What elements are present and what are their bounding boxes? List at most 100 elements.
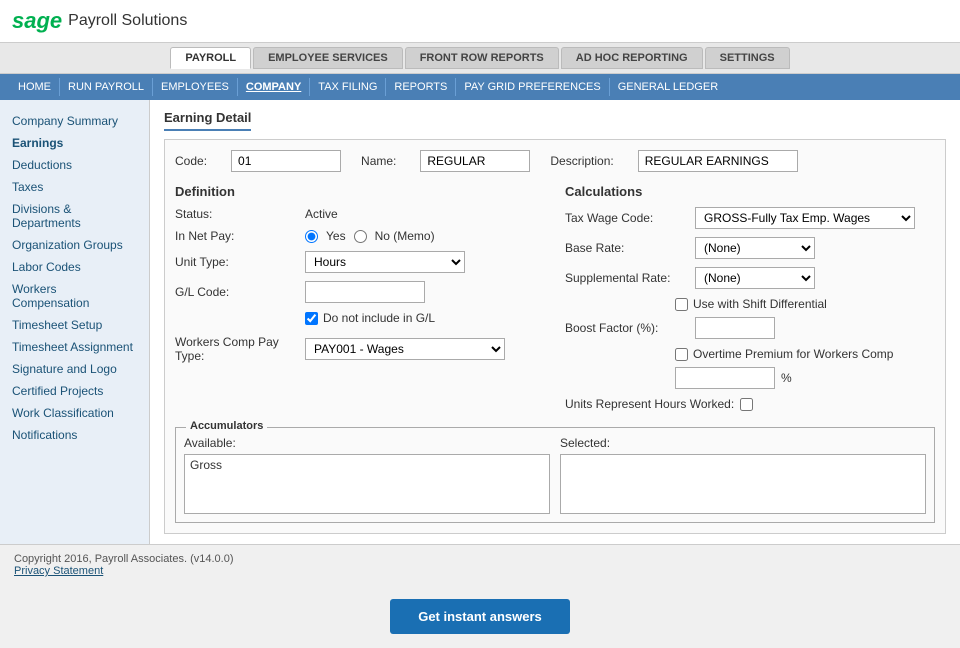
in-net-pay-row: In Net Pay: Yes No (Memo) bbox=[175, 229, 545, 243]
radio-no-label: No (Memo) bbox=[375, 229, 435, 243]
overtime-premium-checkbox[interactable] bbox=[675, 348, 688, 361]
footer: Copyright 2016, Payroll Associates. (v14… bbox=[0, 544, 960, 585]
boost-factor-label: Boost Factor (%): bbox=[565, 321, 695, 335]
sub-nav: HOME RUN PAYROLL EMPLOYEES COMPANY TAX F… bbox=[0, 74, 960, 100]
calculations-section: Calculations Tax Wage Code: GROSS-Fully … bbox=[565, 184, 935, 411]
sidebar-item-notifications[interactable]: Notifications bbox=[0, 424, 149, 446]
supplemental-rate-select[interactable]: (None) bbox=[695, 267, 815, 289]
in-net-pay-radio-group: Yes No (Memo) bbox=[305, 229, 435, 243]
boost-factor-row: Boost Factor (%): 100.00 bbox=[565, 317, 935, 339]
sub-nav-general-ledger[interactable]: GENERAL LEDGER bbox=[610, 78, 726, 96]
acc-selected-label: Selected: bbox=[560, 436, 926, 450]
use-shift-differential-checkbox[interactable] bbox=[675, 298, 688, 311]
acc-available-item-gross[interactable]: Gross bbox=[187, 457, 547, 473]
tab-front-row-reports[interactable]: FRONT ROW REPORTS bbox=[405, 47, 559, 69]
sidebar-item-timesheet-setup[interactable]: Timesheet Setup bbox=[0, 314, 149, 336]
two-column-section: Definition Status: Active In Net Pay: Ye… bbox=[175, 184, 935, 411]
name-input[interactable] bbox=[420, 150, 530, 172]
sidebar-item-organization-groups[interactable]: Organization Groups bbox=[0, 234, 149, 256]
sidebar-item-labor-codes[interactable]: Labor Codes bbox=[0, 256, 149, 278]
calculations-title: Calculations bbox=[565, 184, 935, 199]
supplemental-rate-row: Supplemental Rate: (None) bbox=[565, 267, 935, 289]
gl-code-input[interactable] bbox=[305, 281, 425, 303]
tab-employee-services[interactable]: EMPLOYEE SERVICES bbox=[253, 47, 403, 69]
copyright-text: Copyright 2016, Payroll Associates. (v14… bbox=[14, 553, 946, 565]
sub-nav-home[interactable]: HOME bbox=[10, 78, 60, 96]
sidebar-item-company-summary[interactable]: Company Summary bbox=[0, 110, 149, 132]
sage-logo-text: sage bbox=[12, 8, 62, 34]
overtime-premium-label: Overtime Premium for Workers Comp bbox=[693, 347, 893, 361]
code-input[interactable] bbox=[231, 150, 341, 172]
sidebar-item-timesheet-assignment[interactable]: Timesheet Assignment bbox=[0, 336, 149, 358]
cta-area: Get instant answers bbox=[0, 585, 960, 648]
units-represent-row: Units Represent Hours Worked: bbox=[565, 397, 935, 411]
acc-selected-col: Selected: bbox=[560, 436, 926, 514]
sub-nav-run-payroll[interactable]: RUN PAYROLL bbox=[60, 78, 153, 96]
use-shift-differential-row: Use with Shift Differential bbox=[565, 297, 935, 311]
sub-nav-reports[interactable]: REPORTS bbox=[386, 78, 456, 96]
sidebar-item-certified-projects[interactable]: Certified Projects bbox=[0, 380, 149, 402]
sub-nav-employees[interactable]: EMPLOYEES bbox=[153, 78, 238, 96]
acc-selected-list[interactable] bbox=[560, 454, 926, 514]
gl-code-label: G/L Code: bbox=[175, 285, 305, 299]
main-layout: Company Summary Earnings Deductions Taxe… bbox=[0, 100, 960, 544]
percent-input[interactable] bbox=[675, 367, 775, 389]
base-rate-row: Base Rate: (None) bbox=[565, 237, 935, 259]
unit-type-row: Unit Type: Hours Units Amount bbox=[175, 251, 545, 273]
use-shift-differential-label: Use with Shift Differential bbox=[693, 297, 827, 311]
get-instant-answers-button[interactable]: Get instant answers bbox=[390, 599, 570, 634]
overtime-premium-row: Overtime Premium for Workers Comp bbox=[565, 347, 935, 361]
sidebar-item-earnings[interactable]: Earnings bbox=[0, 132, 149, 154]
acc-available-col: Available: Gross bbox=[184, 436, 550, 514]
do-not-include-label: Do not include in G/L bbox=[323, 311, 435, 325]
description-input[interactable] bbox=[638, 150, 798, 172]
sub-nav-pay-grid-preferences[interactable]: PAY GRID PREFERENCES bbox=[456, 78, 609, 96]
status-label: Status: bbox=[175, 207, 305, 221]
code-name-desc-row: Code: Name: Description: bbox=[175, 150, 935, 172]
sidebar-item-workers-compensation[interactable]: Workers Compensation bbox=[0, 278, 149, 314]
sidebar-item-signature-logo[interactable]: Signature and Logo bbox=[0, 358, 149, 380]
sub-nav-tax-filing[interactable]: TAX FILING bbox=[310, 78, 386, 96]
acc-columns: Available: Gross Selected: bbox=[184, 436, 926, 514]
radio-yes-label: Yes bbox=[326, 229, 346, 243]
code-label: Code: bbox=[175, 154, 207, 168]
earning-detail-box: Code: Name: Description: Definition Stat… bbox=[164, 139, 946, 534]
unit-type-label: Unit Type: bbox=[175, 255, 305, 269]
content: Earning Detail Code: Name: Description: … bbox=[150, 100, 960, 544]
tax-wage-code-select[interactable]: GROSS-Fully Tax Emp. Wages bbox=[695, 207, 915, 229]
privacy-link[interactable]: Privacy Statement bbox=[14, 565, 103, 577]
tab-ad-hoc-reporting[interactable]: AD HOC REPORTING bbox=[561, 47, 703, 69]
supplemental-rate-label: Supplemental Rate: bbox=[565, 271, 695, 285]
status-value: Active bbox=[305, 207, 338, 221]
acc-available-list[interactable]: Gross bbox=[184, 454, 550, 514]
tab-settings[interactable]: SETTINGS bbox=[705, 47, 790, 69]
status-row: Status: Active bbox=[175, 207, 545, 221]
do-not-include-row: Do not include in G/L bbox=[175, 311, 545, 325]
sidebar-item-divisions-departments[interactable]: Divisions & Departments bbox=[0, 198, 149, 234]
sidebar: Company Summary Earnings Deductions Taxe… bbox=[0, 100, 150, 544]
workers-comp-label: Workers Comp Pay Type: bbox=[175, 335, 305, 363]
top-nav: PAYROLL EMPLOYEE SERVICES FRONT ROW REPO… bbox=[0, 43, 960, 74]
sub-nav-company[interactable]: COMPANY bbox=[238, 78, 310, 96]
radio-yes[interactable] bbox=[305, 230, 318, 243]
sidebar-item-work-classification[interactable]: Work Classification bbox=[0, 402, 149, 424]
accumulators-section: Accumulators Available: Gross Selected: bbox=[175, 427, 935, 523]
gl-code-row: G/L Code: bbox=[175, 281, 545, 303]
tax-wage-code-row: Tax Wage Code: GROSS-Fully Tax Emp. Wage… bbox=[565, 207, 935, 229]
acc-available-label: Available: bbox=[184, 436, 550, 450]
tab-payroll[interactable]: PAYROLL bbox=[170, 47, 251, 69]
sidebar-item-deductions[interactable]: Deductions bbox=[0, 154, 149, 176]
sidebar-item-taxes[interactable]: Taxes bbox=[0, 176, 149, 198]
boost-factor-input[interactable]: 100.00 bbox=[695, 317, 775, 339]
accumulators-legend: Accumulators bbox=[186, 420, 267, 432]
tax-wage-code-label: Tax Wage Code: bbox=[565, 211, 695, 225]
radio-no[interactable] bbox=[354, 230, 367, 243]
base-rate-select[interactable]: (None) bbox=[695, 237, 815, 259]
workers-comp-select[interactable]: PAY001 - Wages PAY002 - Salary bbox=[305, 338, 505, 360]
do-not-include-checkbox[interactable] bbox=[305, 312, 318, 325]
product-name: Payroll Solutions bbox=[68, 12, 187, 30]
page-title: Earning Detail bbox=[164, 110, 251, 131]
units-represent-checkbox[interactable] bbox=[740, 398, 753, 411]
units-represent-label: Units Represent Hours Worked: bbox=[565, 397, 734, 411]
unit-type-select[interactable]: Hours Units Amount bbox=[305, 251, 465, 273]
